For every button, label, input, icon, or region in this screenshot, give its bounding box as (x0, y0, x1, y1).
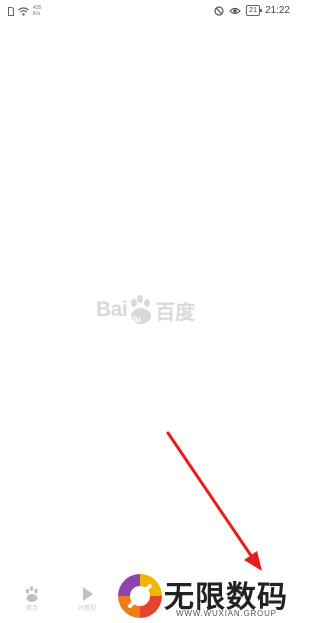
watermark-subtitle: WWW.WUXIAN.GROUP (176, 609, 277, 618)
paw-icon (25, 586, 38, 602)
nav-item-video[interactable]: 好看视 (78, 586, 96, 612)
watermark-logo-icon (118, 574, 162, 618)
play-icon (83, 587, 93, 601)
nav-item-home[interactable]: 首页 (24, 586, 40, 612)
watermark: 无限数码 WWW.WUXIAN.GROUP (112, 568, 300, 623)
nav-item-label: 首页 (25, 606, 38, 612)
annotation-arrow (166, 431, 262, 571)
nav-item-label: 好看视 (78, 606, 97, 612)
